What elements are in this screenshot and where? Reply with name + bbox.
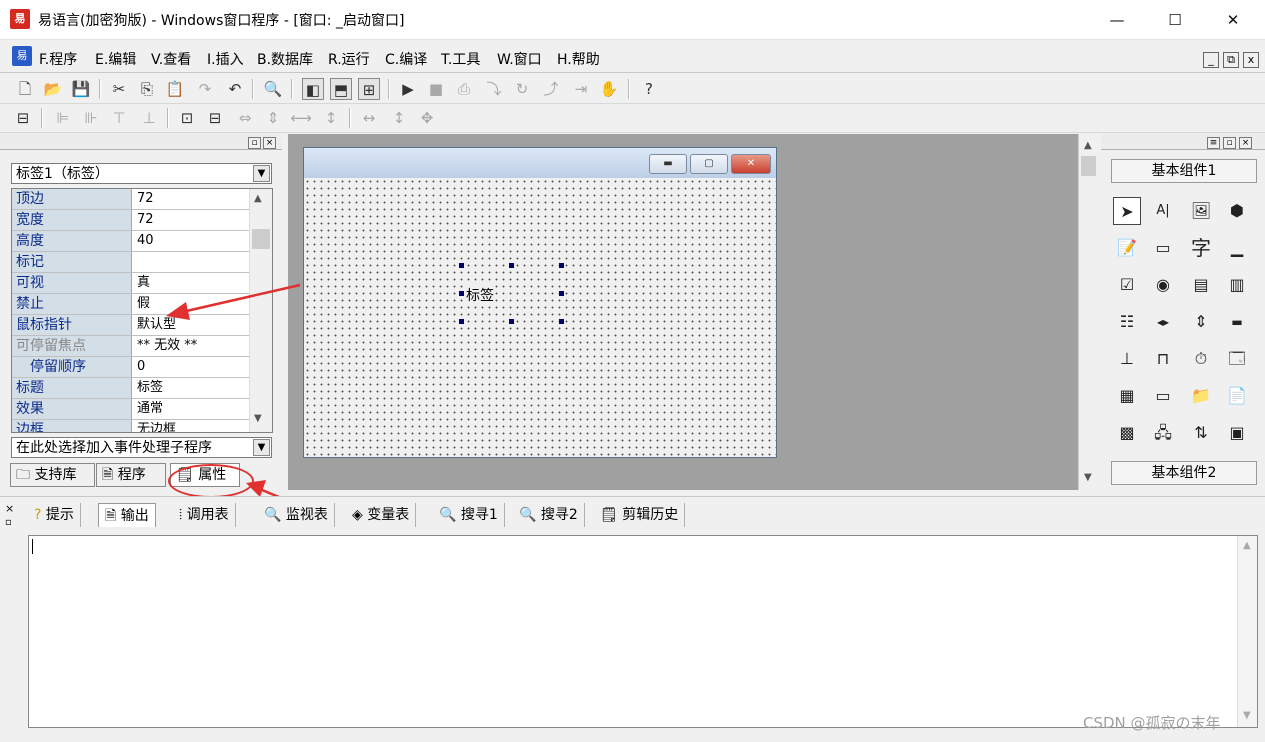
listview-tool-icon[interactable]: ☷ <box>1113 308 1141 336</box>
tab-variables[interactable]: ◈ 变量表 <box>346 503 417 527</box>
hint-icon: ? <box>34 507 42 523</box>
tab-label: 监视表 <box>285 507 328 523</box>
checkbox-tool-icon[interactable]: ☑ <box>1113 271 1141 299</box>
tab-label: 搜寻1 <box>460 507 498 523</box>
variables-icon: ◈ <box>352 507 363 523</box>
output-icon: 🗎 <box>105 508 117 524</box>
listbox-tool-icon[interactable]: ▥ <box>1223 271 1251 299</box>
label-tool-icon[interactable]: A| <box>1149 197 1177 225</box>
picture-box-icon[interactable]: 🖼 <box>1187 197 1215 225</box>
tab-label: 变量表 <box>367 507 410 523</box>
vscroll-tool-icon[interactable]: ⇕ <box>1187 308 1215 336</box>
tab-label: 提示 <box>45 507 74 523</box>
combobox-tool-icon[interactable]: ▤ <box>1187 271 1215 299</box>
tab-tool-icon[interactable]: ⊓ <box>1149 345 1177 373</box>
color-picker-tool-icon[interactable]: ▩ <box>1113 419 1141 447</box>
tab-hint[interactable]: ? 提示 <box>28 503 81 527</box>
tab-label: 搜寻2 <box>540 507 578 523</box>
tab-label: 输出 <box>120 508 149 524</box>
tab-clip-history[interactable]: 🗒 剪辑历史 <box>594 503 686 527</box>
timer-tool-icon[interactable]: ⏱ <box>1187 345 1215 373</box>
calendar-tool-icon[interactable]: ▣ <box>1223 419 1251 447</box>
component-group-2[interactable]: 基本组件2 <box>1111 461 1257 485</box>
table-tool-icon[interactable]: ▦ <box>1113 382 1141 410</box>
spin-tool-icon[interactable]: ⇅ <box>1187 419 1215 447</box>
hscroll-tool-icon[interactable]: ◂▸ <box>1149 308 1177 336</box>
clipboard-icon: 🗒 <box>600 507 618 523</box>
scroll-down-icon[interactable]: ▼ <box>1243 710 1251 721</box>
tab-label: 调用表 <box>186 507 229 523</box>
directory-box-tool-icon[interactable]: 📁 <box>1187 382 1215 410</box>
panel-close-icon[interactable]: × <box>5 502 14 515</box>
slider-tool-icon[interactable]: ⊥ <box>1113 345 1141 373</box>
radio-tool-icon[interactable]: ◉ <box>1149 271 1177 299</box>
call-table-icon: ⦙ <box>179 507 183 523</box>
search-icon: 🔍 <box>439 507 457 523</box>
component-group-1[interactable]: 基本组件1 <box>1111 159 1257 183</box>
watermark: CSDN @孤寂の末年 <box>1083 714 1221 732</box>
magnifier-icon: 🔍 <box>264 507 282 523</box>
button-tool-icon[interactable]: ▁ <box>1223 234 1251 262</box>
output-scrollbar[interactable]: ▲ ▼ <box>1237 536 1257 727</box>
tab-call-table[interactable]: ⦙ 调用表 <box>173 503 236 527</box>
search-icon: 🔍 <box>519 507 537 523</box>
panel-restore-icon[interactable]: ▫ <box>5 517 12 528</box>
tab-output[interactable]: 🗎 输出 <box>98 503 156 527</box>
scroll-up-icon[interactable]: ▲ <box>1243 540 1251 551</box>
picture-frame-icon[interactable]: ▭ <box>1149 234 1177 262</box>
tab-label: 剪辑历史 <box>622 507 679 523</box>
edit-box-icon[interactable]: 📝 <box>1113 234 1141 262</box>
panel-restore-icon[interactable]: ▫ <box>1223 137 1236 149</box>
tab-watch[interactable]: 🔍 监视表 <box>258 503 335 527</box>
text-caret <box>32 539 33 554</box>
panel-menu-icon[interactable]: ≡ <box>1207 137 1220 149</box>
tab-search-2[interactable]: 🔍 搜寻2 <box>513 503 585 527</box>
components-panel-header: ≡ ▫ × <box>1101 134 1265 150</box>
progress-tool-icon[interactable]: ▬ <box>1223 308 1251 336</box>
panel-close-icon[interactable]: × <box>1239 137 1252 149</box>
file-box-tool-icon[interactable]: 📄 <box>1223 382 1251 410</box>
tab-search-1[interactable]: 🔍 搜寻1 <box>433 503 505 527</box>
network-tool-icon[interactable]: 🖧 <box>1149 419 1177 447</box>
drive-box-tool-icon[interactable]: ▭ <box>1149 382 1177 410</box>
shape-icon[interactable]: ⬢ <box>1223 197 1251 225</box>
components-panel: ≡ ▫ × 基本组件1 ➤ A| 🖼 ⬢ 📝 ▭ 字 ▁ ☑ ◉ ▤ ▥ ☷ ◂… <box>1101 134 1265 490</box>
image-list-tool-icon[interactable]: 🗔 <box>1223 345 1251 373</box>
output-text-area[interactable]: ▲ ▼ <box>28 535 1258 728</box>
pointer-icon[interactable]: ➤ <box>1113 197 1141 225</box>
text-tool-icon[interactable]: 字 <box>1187 234 1215 262</box>
